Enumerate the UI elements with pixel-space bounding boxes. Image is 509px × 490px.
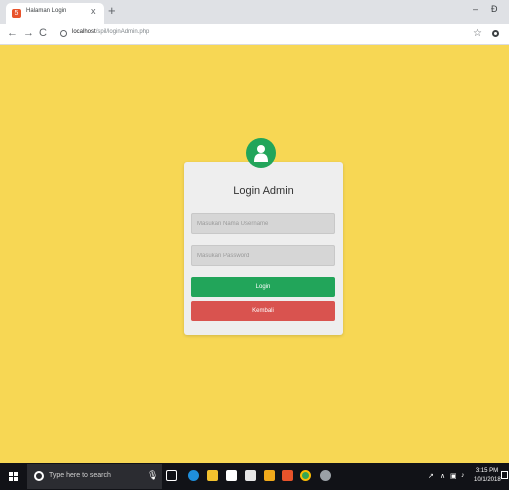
- back-button[interactable]: ←: [7, 27, 18, 40]
- minimize-button[interactable]: –: [473, 4, 478, 14]
- xampp-icon[interactable]: [282, 470, 293, 481]
- tab-close-icon[interactable]: x: [91, 6, 96, 16]
- task-view-icon[interactable]: [166, 470, 177, 481]
- store-icon[interactable]: [226, 470, 237, 481]
- password-input[interactable]: [191, 245, 335, 266]
- login-title: Login Admin: [233, 185, 294, 197]
- login-button[interactable]: Login: [191, 277, 335, 297]
- edge-icon[interactable]: [188, 470, 199, 481]
- app-icon[interactable]: [320, 470, 331, 481]
- address-bar-row: ← → C localhost/spil/loginAdmin.php ☆: [0, 24, 509, 45]
- restore-button[interactable]: Ɖ: [491, 4, 498, 14]
- username-input[interactable]: [191, 213, 335, 234]
- html5-favicon-icon: 5: [12, 9, 21, 18]
- info-icon[interactable]: [60, 30, 67, 37]
- microphone-icon[interactable]: 🎙: [147, 470, 158, 481]
- network-icon[interactable]: ▣: [450, 472, 457, 480]
- tab-title: Halaman Login: [26, 8, 67, 14]
- clock-date: 10/1/2018: [474, 477, 501, 483]
- reload-button[interactable]: C: [39, 27, 47, 40]
- bookmark-star-icon[interactable]: ☆: [473, 28, 482, 39]
- profile-icon[interactable]: [492, 30, 499, 37]
- windows-logo-icon[interactable]: [9, 472, 18, 481]
- taskbar-search-box[interactable]: Type here to search: [27, 464, 162, 489]
- user-icon: [246, 138, 276, 168]
- new-tab-button[interactable]: +: [108, 4, 116, 18]
- browser-tab[interactable]: 5 Halaman Login x: [6, 3, 104, 24]
- forward-button[interactable]: →: [23, 27, 34, 40]
- taskbar-search-placeholder: Type here to search: [49, 472, 111, 479]
- clock-time: 3:15 PM: [475, 468, 499, 474]
- notification-icon[interactable]: [501, 471, 508, 479]
- url-field[interactable]: localhost/spil/loginAdmin.php: [72, 29, 149, 35]
- url-host: localhost: [72, 29, 96, 35]
- page-background: Login Admin Login Kembali: [0, 45, 509, 463]
- volume-icon[interactable]: ♪: [461, 472, 465, 479]
- url-path: /spil/loginAdmin.php: [95, 29, 150, 35]
- search-circle-icon: [34, 471, 44, 481]
- chrome-icon[interactable]: [300, 470, 311, 481]
- sublime-icon[interactable]: [264, 470, 275, 481]
- file-explorer-icon[interactable]: [207, 470, 218, 481]
- clock[interactable]: 3:15 PM 10/1/2018: [474, 467, 501, 485]
- taskbar: Type here to search 🎙 ↗ ∧ ▣ ♪ 3:15 PM 10…: [0, 463, 509, 490]
- tray-expand-icon[interactable]: ∧: [440, 472, 445, 480]
- people-icon[interactable]: ↗: [428, 472, 434, 480]
- back-button-kembali[interactable]: Kembali: [191, 301, 335, 321]
- browser-tab-strip: 5 Halaman Login x + – Ɖ: [0, 0, 509, 24]
- mail-icon[interactable]: [245, 470, 256, 481]
